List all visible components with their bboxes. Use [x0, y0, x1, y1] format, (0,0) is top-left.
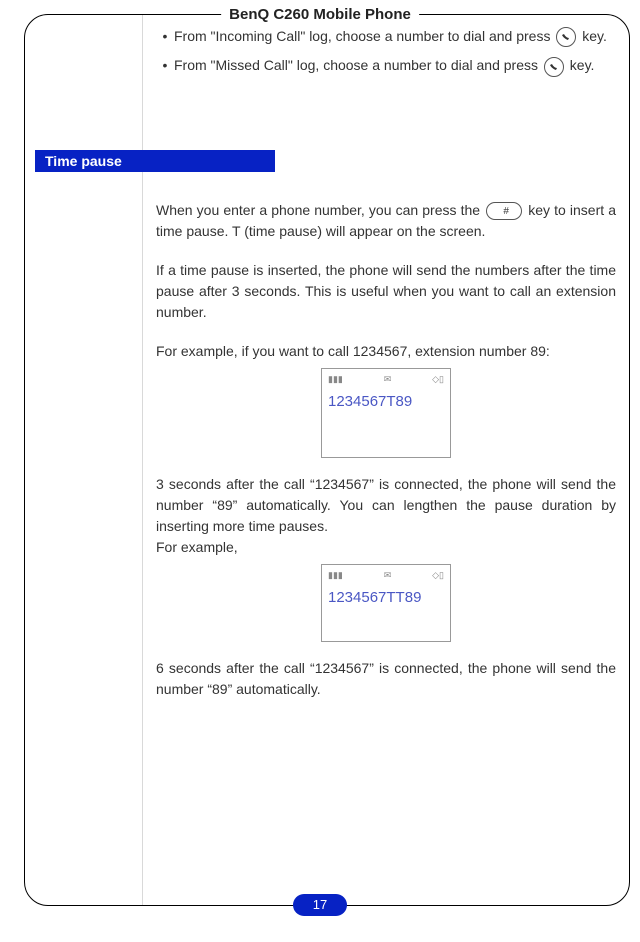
battery-icon: ◇▯ [432, 373, 444, 387]
text-span: From "Incoming Call" log, choose a numbe… [174, 28, 554, 44]
text-span: From "Missed Call" log, choose a number … [174, 57, 542, 73]
bullet-text: From "Missed Call" log, choose a number … [174, 55, 616, 76]
phone-screen-illustration: ▮▮▮ ✉ ◇▯ 1234567T89 [321, 368, 451, 458]
phone-screen-illustration: ▮▮▮ ✉ ◇▯ 1234567TT89 [321, 564, 451, 642]
document-title: BenQ C260 Mobile Phone [221, 4, 419, 27]
hash-key-icon: # [486, 202, 522, 220]
body-content: When you enter a phone number, you can p… [156, 200, 616, 718]
page-number: 17 [293, 894, 347, 916]
phone-status-bar: ▮▮▮ ✉ ◇▯ [328, 569, 444, 583]
message-icon: ✉ [384, 373, 392, 387]
phone-status-bar: ▮▮▮ ✉ ◇▯ [328, 373, 444, 387]
text-span: key. [582, 28, 607, 44]
section-heading: Time pause [35, 150, 275, 172]
bullet-marker: • [156, 55, 174, 76]
paragraph: If a time pause is inserted, the phone w… [156, 260, 616, 323]
paragraph: For example, [156, 537, 616, 558]
call-key-icon [556, 27, 576, 47]
signal-icon: ▮▮▮ [328, 373, 343, 387]
call-key-icon [544, 57, 564, 77]
paragraph: 6 seconds after the call “1234567” is co… [156, 658, 616, 700]
text-span: key. [570, 57, 595, 73]
battery-icon: ◇▯ [432, 569, 444, 583]
phone-display-number: 1234567T89 [328, 391, 444, 414]
paragraph: For example, if you want to call 1234567… [156, 341, 616, 362]
signal-icon: ▮▮▮ [328, 569, 343, 583]
bullet-text: From "Incoming Call" log, choose a numbe… [174, 26, 616, 47]
intro-content: • From "Incoming Call" log, choose a num… [156, 26, 616, 85]
bullet-item: • From "Incoming Call" log, choose a num… [156, 26, 616, 47]
phone-display-number: 1234567TT89 [328, 587, 444, 610]
bullet-item: • From "Missed Call" log, choose a numbe… [156, 55, 616, 76]
paragraph: 3 seconds after the call “1234567” is co… [156, 474, 616, 537]
bullet-marker: • [156, 26, 174, 47]
text-span: When you enter a phone number, you can p… [156, 202, 484, 218]
margin-rule [142, 14, 143, 906]
paragraph: When you enter a phone number, you can p… [156, 200, 616, 242]
message-icon: ✉ [384, 569, 392, 583]
